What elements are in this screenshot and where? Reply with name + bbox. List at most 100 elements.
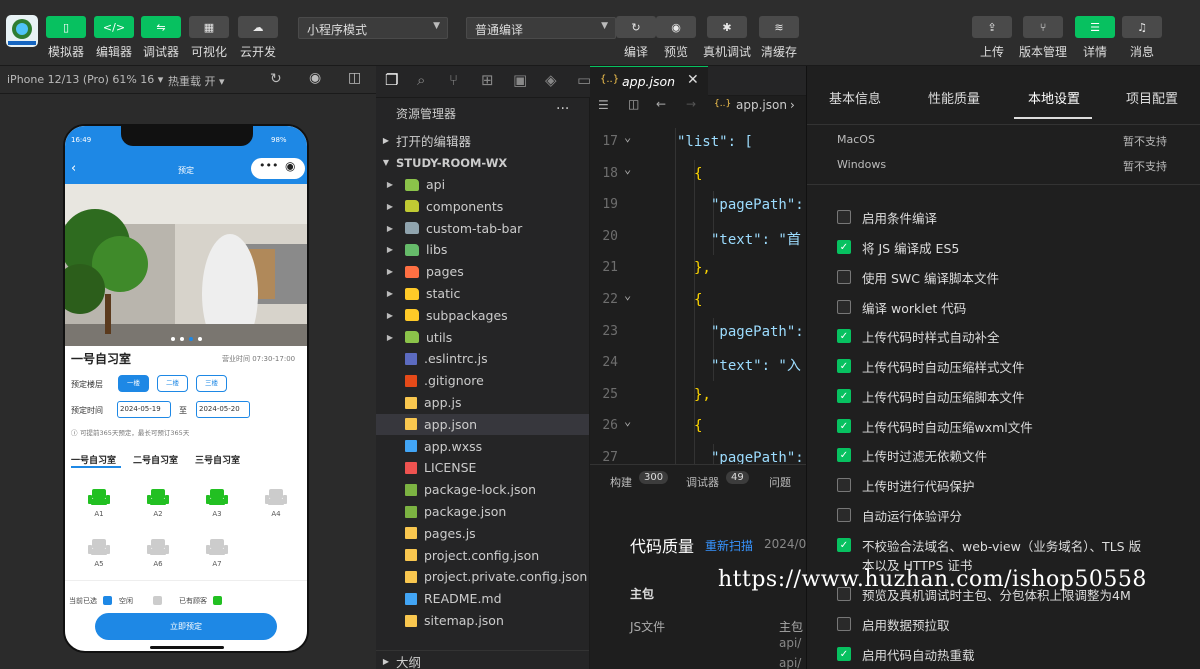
room-tab[interactable]: 二号自习室	[133, 453, 178, 466]
toolbar-button-bell[interactable]: ♫ 消息	[1117, 6, 1167, 60]
tree-item-subpackages[interactable]: ▶ subpackages	[376, 305, 589, 326]
option-row[interactable]: 上传时进行代码保护	[837, 477, 1147, 496]
option-row[interactable]: ✓ 上传时过滤无依赖文件	[837, 447, 1147, 466]
inspect-icon[interactable]: ◫	[348, 70, 361, 86]
list-icon[interactable]: ☰	[598, 98, 609, 112]
option-row[interactable]: 自动运行体验评分	[837, 507, 1147, 526]
tree-item-project-private-config-json[interactable]: project.private.config.json	[376, 566, 589, 587]
floor-chip[interactable]: 二楼	[157, 375, 188, 392]
option-row[interactable]: ✓ 启用代码自动热重载	[837, 646, 1147, 665]
seat-A2[interactable]: A2	[146, 489, 170, 519]
project-root[interactable]: ▼ STUDY-ROOM-WX	[376, 152, 589, 173]
toolbar-button-code[interactable]: </> 编辑器	[89, 6, 139, 60]
tree-item-app-js[interactable]: app.js	[376, 392, 589, 413]
tree-item-utils[interactable]: ▶ utils	[376, 327, 589, 348]
outline-section[interactable]: ▶ 大纲	[376, 650, 589, 669]
capsule-button[interactable]: ••• ◉	[251, 158, 305, 179]
option-row[interactable]: 编译 worklet 代码	[837, 299, 1147, 318]
extensions-icon[interactable]: ⊞	[481, 71, 494, 89]
stop-icon[interactable]: ◉	[309, 70, 321, 86]
more-actions-icon[interactable]: ···	[556, 101, 569, 117]
tree-item-package-lock-json[interactable]: package-lock.json	[376, 479, 589, 500]
code-editor[interactable]: ⌄ 17 ⌄ "list": [18 ⌄ {19 "pagePath": 20 "text": …	[590, 118, 806, 464]
panel-tab[interactable]: 调试器	[686, 474, 719, 490]
option-row[interactable]: ✓ 上传代码时自动压缩样式文件	[837, 358, 1147, 377]
seat-A4[interactable]: A4	[264, 489, 288, 519]
toolbar-button-layout[interactable]: ▦ 可视化	[184, 6, 234, 60]
toolbar-button-cloud[interactable]: ☁ 云开发	[233, 6, 283, 60]
tree-item-package-json[interactable]: package.json	[376, 501, 589, 522]
rescan-link[interactable]: 重新扫描	[705, 537, 753, 554]
option-row[interactable]: ✓ 上传代码时自动压缩wxml文件	[837, 418, 1147, 437]
option-row[interactable]: ✓ 将 JS 编译成 ES5	[837, 239, 1147, 258]
checkbox-unchecked[interactable]	[837, 210, 851, 224]
room-tab[interactable]: 三号自习室	[195, 453, 240, 466]
settings-tab[interactable]: 性能质量	[928, 88, 980, 107]
search-icon[interactable]: ⌕	[417, 71, 425, 89]
mode-select[interactable]: 小程序模式 ▼	[298, 17, 448, 39]
compile-select[interactable]: 普通编译 ▼	[466, 17, 616, 39]
hot-reload-select[interactable]: 热重载 开 ▾	[168, 73, 225, 89]
seat-A1[interactable]: A1	[87, 489, 111, 519]
tree-item-custom-tab-bar[interactable]: ▶ custom-tab-bar	[376, 218, 589, 239]
settings-tab[interactable]: 项目配置	[1126, 88, 1178, 107]
panel-tab[interactable]: 构建	[610, 474, 632, 490]
open-editors-section[interactable]: ▶ 打开的编辑器	[376, 130, 589, 151]
tree-item-pages-js[interactable]: pages.js	[376, 523, 589, 544]
option-row[interactable]: 使用 SWC 编译脚本文件	[837, 269, 1147, 288]
checkbox-unchecked[interactable]	[837, 270, 851, 284]
toolbar-button-branch[interactable]: ⑂ 版本管理	[1018, 6, 1068, 60]
option-row[interactable]: 启用条件编译	[837, 209, 1147, 228]
tree-item-app-json[interactable]: app.json	[376, 413, 589, 435]
device-select[interactable]: iPhone 12/13 (Pro) 61% 16 ▾	[7, 73, 163, 86]
checkbox-unchecked[interactable]	[837, 300, 851, 314]
date-from-input[interactable]: 2024-05-19	[117, 401, 171, 418]
settings-tab[interactable]: 本地设置	[1028, 88, 1080, 107]
toolbar-button-layers[interactable]: ≋ 清缓存	[754, 6, 804, 60]
back-icon[interactable]: ‹	[71, 161, 76, 176]
book-now-button[interactable]: 立即预定	[95, 613, 277, 640]
tree-item-api[interactable]: ▶ api	[376, 174, 589, 195]
fold-chevron-icon[interactable]: ⌄	[624, 288, 631, 302]
checkbox-checked[interactable]: ✓	[837, 538, 851, 552]
panel-tab[interactable]: 问题	[769, 474, 791, 490]
toolbar-button-bug[interactable]: ✱ 真机调试	[702, 6, 752, 60]
checkbox-unchecked[interactable]	[837, 508, 851, 522]
fold-chevron-icon[interactable]: ⌄	[624, 130, 631, 144]
checkbox-unchecked[interactable]	[837, 617, 851, 631]
files-icon[interactable]: ❐	[385, 71, 398, 89]
close-tab-icon[interactable]: ✕	[687, 72, 699, 88]
room-tab[interactable]: 一号自习室	[71, 453, 116, 466]
toolbar-button-upload[interactable]: ⇪ 上传	[967, 6, 1017, 60]
seat-A5[interactable]: A5	[87, 539, 111, 569]
source-control-icon[interactable]: ⑂	[449, 71, 458, 89]
seat-A6[interactable]: A6	[146, 539, 170, 569]
floor-chip[interactable]: 一楼	[118, 375, 149, 392]
fold-chevron-icon[interactable]: ⌄	[624, 162, 631, 176]
settings-tab[interactable]: 基本信息	[829, 88, 881, 107]
tree-item-pages[interactable]: ▶ pages	[376, 261, 589, 282]
toolbar-button-eye[interactable]: ◉ 预览	[651, 6, 701, 60]
tree-item-app-wxss[interactable]: app.wxss	[376, 436, 589, 457]
more-icon[interactable]: •••	[259, 159, 278, 172]
checkbox-checked[interactable]: ✓	[837, 240, 851, 254]
tree-item-components[interactable]: ▶ components	[376, 196, 589, 217]
database-icon[interactable]: ▣	[513, 71, 527, 89]
back-arrow-icon[interactable]: ←	[656, 97, 666, 111]
tree-item-eslintrc-js[interactable]: .eslintrc.js	[376, 348, 589, 369]
tree-item-license[interactable]: LICENSE	[376, 457, 589, 478]
checkbox-checked[interactable]: ✓	[837, 647, 851, 661]
toolbar-button-phone[interactable]: ▯ 模拟器	[41, 6, 91, 60]
checkbox-checked[interactable]: ✓	[837, 359, 851, 373]
tree-item-project-config-json[interactable]: project.config.json	[376, 545, 589, 566]
option-row[interactable]: ✓ 上传代码时样式自动补全	[837, 328, 1147, 347]
floor-chip[interactable]: 三楼	[196, 375, 227, 392]
checkbox-checked[interactable]: ✓	[837, 329, 851, 343]
seat-A3[interactable]: A3	[205, 489, 229, 519]
option-row[interactable]: 启用数据预拉取	[837, 616, 1147, 635]
option-row[interactable]: ✓ 上传代码时自动压缩脚本文件	[837, 388, 1147, 407]
fold-chevron-icon[interactable]: ⌄	[624, 414, 631, 428]
tab-app-json[interactable]: {..} app.json ✕	[590, 66, 708, 96]
close-mini-icon[interactable]: ◉	[285, 159, 295, 173]
toolbar-button-menu[interactable]: ☰ 详情	[1070, 6, 1120, 60]
